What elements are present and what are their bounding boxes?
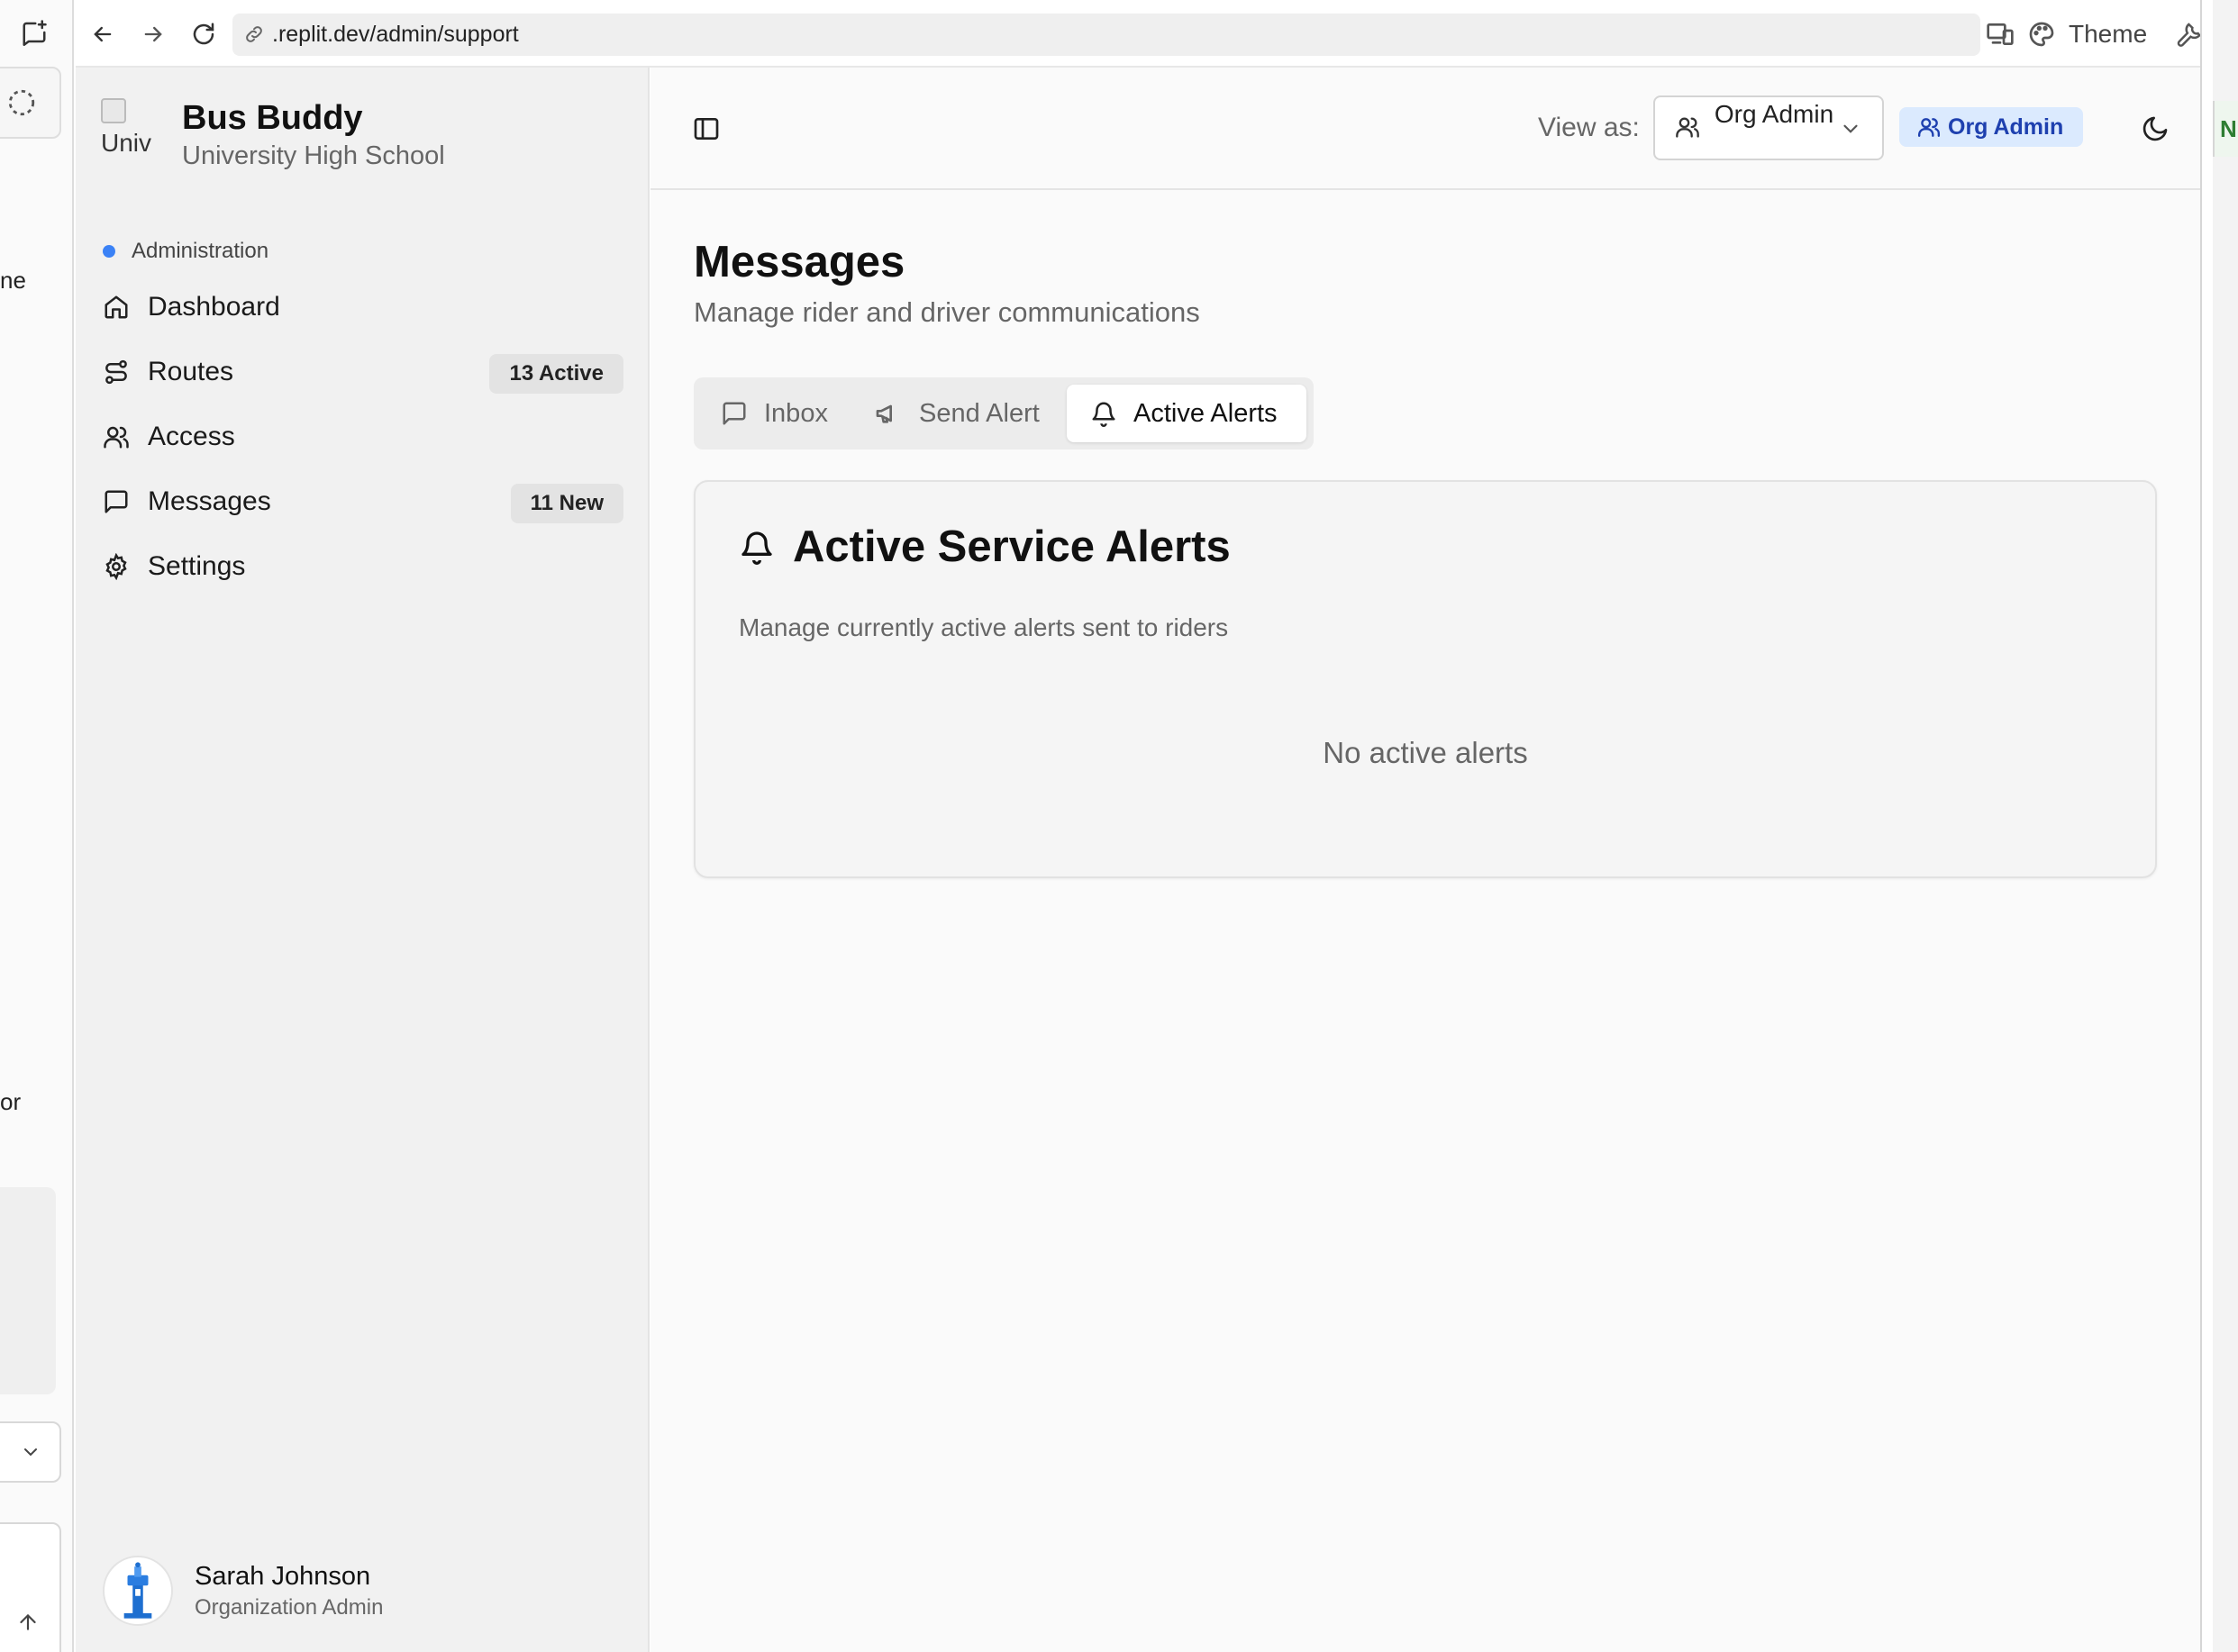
school-mascot-icon [123, 1562, 152, 1619]
url-bar[interactable]: .replit.dev/admin/support [232, 14, 1980, 56]
current-role-badge: Org Admin [1899, 107, 2084, 147]
role-chip-label: Org Admin [1948, 113, 2064, 140]
browser-toolbar: .replit.dev/admin/support Theme [76, 0, 2238, 68]
settings-gear-icon [101, 551, 132, 582]
sidebar-item-label: Messages [148, 486, 271, 516]
message-square-icon [101, 486, 132, 517]
truncated-text: ne [0, 267, 26, 294]
main-content: Messages Manage rider and driver communi… [650, 190, 2200, 1652]
new-chat-icon[interactable] [16, 14, 52, 50]
sidebar-item-label: Settings [148, 551, 246, 581]
arrow-up-icon[interactable] [16, 1611, 40, 1634]
palette-icon[interactable] [2027, 20, 2056, 49]
arrow-left-icon [94, 26, 112, 42]
messages-count-badge: 11 New [510, 484, 623, 523]
input-box[interactable] [0, 1522, 61, 1652]
theme-button[interactable]: Theme [2069, 20, 2147, 49]
user-profile[interactable]: Sarah Johnson Organization Admin [103, 1556, 383, 1626]
card-description: Manage currently active alerts sent to r… [739, 613, 1229, 641]
collapse-dropdown[interactable] [0, 1421, 61, 1483]
link-icon [246, 26, 262, 42]
sidebar-item-label: Access [148, 422, 235, 451]
broken-image-icon [101, 98, 126, 123]
dark-mode-toggle[interactable] [2137, 111, 2173, 147]
empty-state-text: No active alerts [1323, 736, 1528, 769]
logo-alt-text: Univ [101, 129, 152, 157]
tab-label: Active Alerts [1133, 398, 1278, 428]
forward-button[interactable] [135, 16, 171, 52]
user-name: Sarah Johnson [195, 1561, 371, 1591]
megaphone-icon [876, 404, 892, 423]
brand-header[interactable]: Univ Bus Buddy University High School [101, 98, 445, 171]
tab-label: Send Alert [919, 398, 1040, 428]
card-title-text: Active Service Alerts [793, 522, 1231, 571]
user-role: Organization Admin [195, 1594, 384, 1620]
panel-left-icon [694, 118, 719, 140]
truncated-text: or [0, 1088, 22, 1115]
tab-inbox[interactable]: Inbox [721, 385, 828, 442]
app-header: View as: Org Admin Org Admin [650, 68, 2200, 190]
window-edge [2200, 0, 2213, 1652]
devices-icon[interactable] [1986, 20, 2015, 49]
view-as-select[interactable]: Org Admin [1653, 95, 1884, 160]
tab-label: Inbox [764, 398, 828, 428]
reload-icon [193, 23, 214, 45]
arrow-right-icon [144, 26, 162, 42]
wrench-icon[interactable] [2176, 21, 2203, 48]
app-name: Bus Buddy [182, 99, 363, 137]
chevron-down-icon [1843, 124, 1858, 133]
organization-name: University High School [182, 141, 445, 170]
back-button[interactable] [85, 16, 121, 52]
sidebar-item-dashboard[interactable]: Dashboard [101, 275, 623, 340]
bell-icon [1092, 402, 1115, 427]
sidebar-item-settings[interactable]: Settings [101, 534, 623, 599]
moon-icon [2142, 116, 2168, 141]
sidebar-item-access[interactable]: Access [101, 404, 623, 469]
view-as-value: Org Admin [1714, 100, 1834, 128]
loading-card[interactable] [0, 67, 61, 139]
sidebar-nav: Dashboard Routes 13 Active Access Messag… [101, 275, 623, 599]
ide-right-strip [2213, 0, 2238, 1652]
sidebar-item-label: Routes [148, 357, 234, 386]
view-as-label: View as: [1538, 113, 1640, 142]
reload-button[interactable] [186, 16, 222, 52]
chevron-down-icon [24, 1448, 37, 1457]
section-label-text: Administration [132, 239, 269, 263]
sidebar-item-messages[interactable]: Messages 11 New [101, 469, 623, 534]
users-icon [1676, 117, 1699, 138]
page-subtitle: Manage rider and driver communications [694, 296, 1200, 328]
routes-count-badge: 13 Active [489, 354, 623, 394]
school-logo: Univ [101, 98, 159, 163]
truncated-badge: NE [2213, 101, 2238, 157]
tab-send-alert[interactable]: Send Alert [874, 385, 1040, 442]
messages-tabs: Inbox Send Alert Active Alerts [694, 377, 1314, 449]
users-icon [101, 422, 132, 452]
home-icon [101, 292, 132, 322]
section-label: Administration [103, 239, 268, 264]
sidebar-item-label: Dashboard [148, 292, 280, 322]
card-title: Active Service Alerts [739, 522, 1231, 572]
side-panel [0, 1187, 56, 1394]
active-alerts-card: Active Service Alerts Manage currently a… [694, 480, 2157, 878]
avatar [103, 1556, 173, 1626]
status-dot [103, 245, 115, 258]
app-sidebar: Univ Bus Buddy University High School Ad… [76, 68, 650, 1652]
page-title: Messages [694, 238, 905, 286]
ide-left-strip: ne or [0, 0, 74, 1652]
sidebar-item-routes[interactable]: Routes 13 Active [101, 340, 623, 404]
route-icon [101, 357, 132, 387]
url-text: .replit.dev/admin/support [272, 22, 519, 47]
message-square-icon [723, 402, 746, 425]
bell-icon [741, 531, 772, 565]
users-icon [1917, 118, 1941, 137]
tab-active-alerts[interactable]: Active Alerts [1067, 385, 1306, 442]
sidebar-toggle-button[interactable] [688, 111, 724, 147]
